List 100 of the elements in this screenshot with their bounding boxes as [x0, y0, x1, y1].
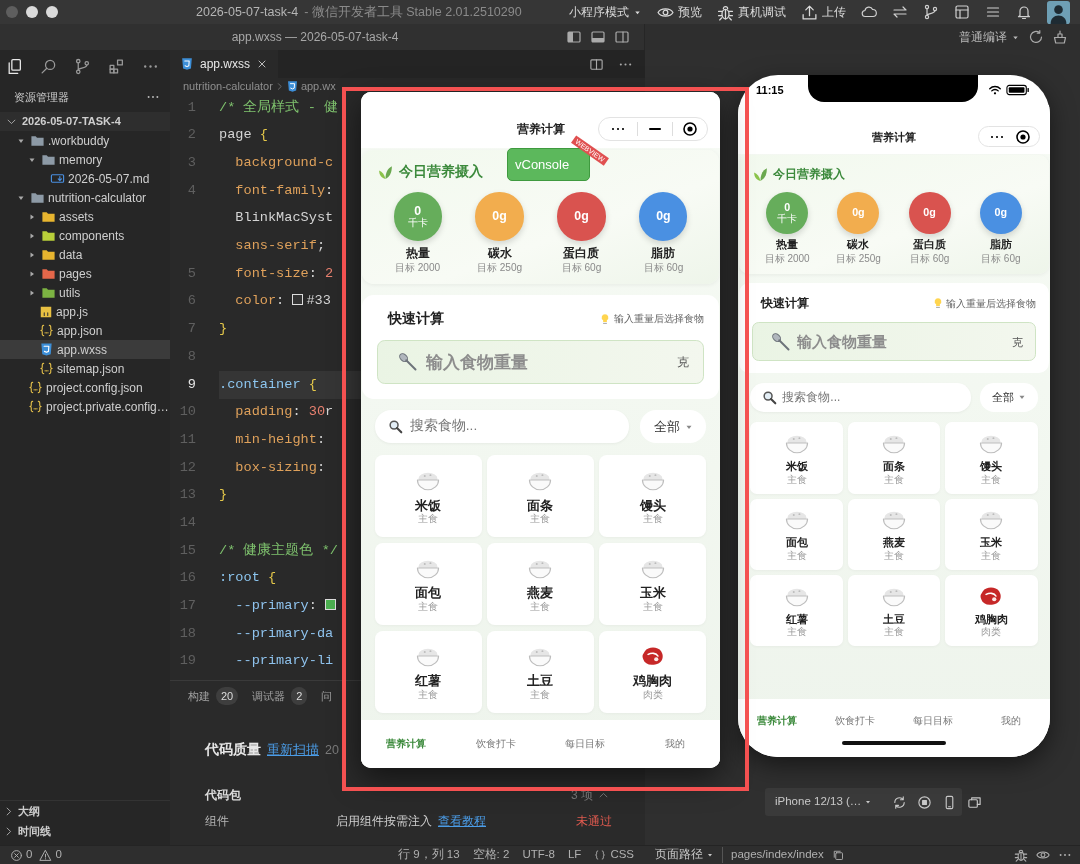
tab-item[interactable]: 每日目标 [540, 736, 631, 752]
tree-item[interactable]: project.private.config… [0, 397, 170, 416]
bug-icon[interactable] [1014, 848, 1028, 862]
split-toggle-icon[interactable] [614, 29, 630, 45]
search-icon[interactable] [40, 57, 57, 75]
search-input[interactable]: 搜索食物... [782, 388, 960, 407]
refresh-icon[interactable] [1028, 29, 1044, 45]
record-icon[interactable] [682, 120, 699, 137]
zoom-button[interactable] [46, 6, 58, 18]
split-icon[interactable] [589, 56, 604, 72]
breadcrumb-item[interactable]: app.wx [300, 77, 336, 95]
food-card[interactable]: 土豆 主食 [487, 630, 594, 713]
tree-item[interactable]: nutrition-calculator [0, 188, 170, 207]
tab-item[interactable]: 营养计算 [738, 712, 816, 728]
tree-item[interactable]: .workbuddy [0, 131, 170, 150]
branch-icon[interactable] [923, 4, 939, 20]
breadcrumb-item[interactable]: nutrition-calculator [183, 77, 273, 95]
tab-item[interactable]: 营养计算 [361, 736, 451, 752]
search-input[interactable]: 搜索食物... [409, 416, 617, 437]
tab-item[interactable]: 饮食打卡 [816, 712, 894, 728]
food-card[interactable]: 鸡胸肉 肉类 [945, 574, 1038, 647]
preview-button[interactable]: 预览 [657, 3, 702, 21]
debug-button[interactable]: 真机调试 [717, 3, 786, 21]
food-card[interactable]: 红薯 主食 [750, 574, 843, 647]
tree-item[interactable]: project.config.json [0, 378, 170, 397]
tree-item[interactable]: sitemap.json [0, 359, 170, 378]
weight-input[interactable]: 输入食物重量 [797, 330, 1006, 353]
tab-item[interactable]: 每日目标 [894, 712, 972, 728]
clean-icon[interactable] [1052, 29, 1068, 45]
search-field[interactable]: 搜索食物... [375, 410, 630, 443]
tree-item[interactable]: assets [0, 207, 170, 226]
filter-dropdown[interactable]: 全部 [639, 410, 706, 443]
food-card[interactable]: 面包 主食 [375, 543, 482, 625]
branch-icon[interactable] [74, 57, 91, 75]
panel-tab[interactable]: 问 [321, 687, 333, 705]
tab-item[interactable]: 饮食打卡 [450, 736, 541, 752]
filter-dropdown[interactable]: 全部 [979, 383, 1038, 412]
minimize-button[interactable] [26, 6, 38, 18]
search-field[interactable]: 搜索食物... [750, 383, 971, 412]
food-card[interactable]: 面条 主食 [847, 422, 941, 494]
language-mode[interactable]: CSS [610, 846, 635, 864]
panel-tab[interactable]: 构建 20 [188, 686, 239, 706]
menu-icon[interactable] [985, 4, 1001, 20]
food-card[interactable]: 馒头 主食 [945, 422, 1038, 494]
food-card[interactable]: 红薯 主食 [375, 630, 482, 713]
indent-setting[interactable]: 空格: 2 [472, 846, 510, 864]
tree-item[interactable]: memory [0, 150, 170, 169]
weight-field[interactable]: 输入食物重量 克 [376, 340, 705, 385]
encoding[interactable]: UTF-8 [522, 846, 555, 864]
files-icon[interactable] [6, 57, 23, 75]
food-card[interactable]: 米饭 主食 [750, 422, 843, 494]
food-card[interactable]: 面条 主食 [487, 455, 594, 538]
rescan-link[interactable]: 重新扫描 [267, 741, 319, 760]
section-header[interactable]: 大纲 [0, 801, 170, 821]
stop-icon[interactable] [917, 794, 933, 810]
rotate-icon[interactable] [892, 794, 908, 810]
tree-item[interactable]: pages [0, 264, 170, 283]
tab-item[interactable]: 我的 [972, 712, 1050, 728]
tree-item[interactable]: 2026-05-07-TASK-4 [0, 112, 170, 131]
panel-tab[interactable]: 调试器 2 [252, 686, 308, 706]
extensions-icon[interactable] [108, 57, 125, 75]
food-card[interactable]: 燕麦 主食 [847, 498, 941, 570]
tree-item[interactable]: utils [0, 283, 170, 302]
food-card[interactable]: 鸡胸肉 肉类 [599, 630, 706, 713]
tree-item[interactable]: components [0, 226, 170, 245]
copy-icon[interactable] [831, 849, 844, 861]
tutorial-link[interactable]: 查看教程 [438, 812, 486, 830]
section-header[interactable]: 时间线 [0, 821, 170, 841]
tree-item[interactable]: 2026-05-07.md [0, 169, 170, 188]
line-ending[interactable]: LF [567, 846, 582, 864]
mode-dropdown[interactable]: 小程序模式 [569, 3, 642, 21]
editor-tab[interactable]: app.wxss [170, 50, 279, 78]
food-card[interactable]: 土豆 主食 [847, 574, 941, 647]
page-path-dropdown[interactable]: 页面路径 [655, 846, 714, 864]
compile-dropdown[interactable]: 普通编译 [959, 28, 1020, 46]
food-card[interactable]: 米饭 主食 [375, 455, 482, 538]
cursor-position[interactable]: 行 9，列 13 [398, 846, 460, 864]
layout-icon[interactable] [954, 4, 970, 20]
bell-icon[interactable] [1016, 4, 1032, 20]
food-card[interactable]: 玉米 主食 [599, 543, 706, 625]
eye-icon[interactable] [1036, 848, 1050, 862]
food-card[interactable]: 面包 主食 [750, 498, 843, 570]
record-icon[interactable] [1014, 128, 1031, 145]
upload-button[interactable]: 上传 [801, 3, 846, 21]
tree-item[interactable]: app.wxss [0, 340, 170, 359]
food-card[interactable]: 燕麦 主食 [487, 543, 594, 625]
panel-toggle-icon[interactable] [590, 29, 606, 45]
avatar[interactable] [1047, 0, 1070, 24]
tree-item[interactable]: app.json [0, 321, 170, 340]
windows-icon[interactable] [967, 794, 983, 810]
tree-item[interactable]: app.js [0, 302, 170, 321]
device-dropdown[interactable]: iPhone 12/13 (… [775, 793, 873, 811]
weight-field[interactable]: 输入食物重量 克 [751, 322, 1037, 361]
tab-item[interactable]: 我的 [630, 736, 720, 752]
food-card[interactable]: 馒头 主食 [599, 455, 706, 538]
tree-item[interactable]: data [0, 245, 170, 264]
food-card[interactable]: 玉米 主食 [945, 498, 1038, 570]
swap-icon[interactable] [892, 4, 908, 20]
sidebar-toggle-icon[interactable] [566, 29, 582, 45]
cloud-icon[interactable] [861, 4, 877, 20]
